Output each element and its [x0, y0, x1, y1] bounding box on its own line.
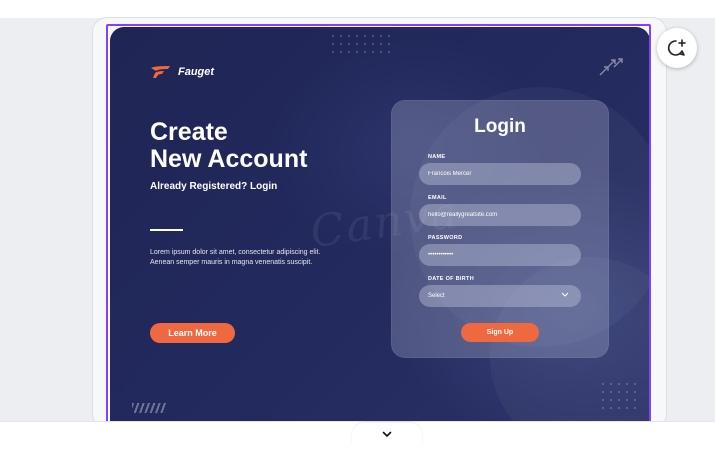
add-comment-icon: [667, 39, 686, 56]
collapse-panel-button[interactable]: [352, 423, 422, 445]
add-comment-button[interactable]: [657, 28, 697, 68]
chevron-down-icon: [382, 431, 392, 437]
editor-top-strip: [0, 0, 715, 18]
selection-frame: [106, 24, 651, 426]
